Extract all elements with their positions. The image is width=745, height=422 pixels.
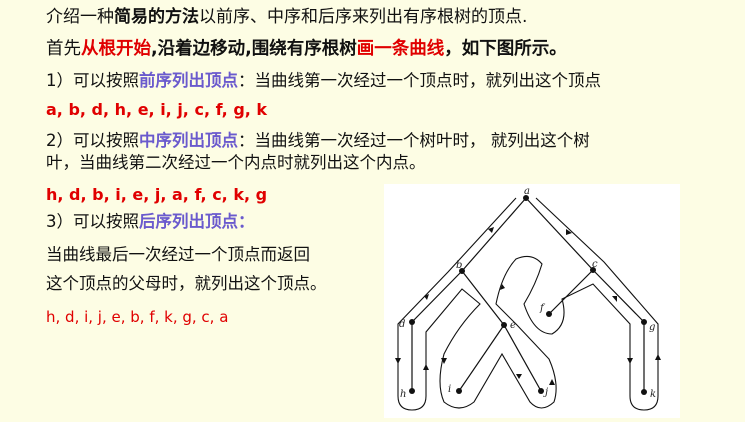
label-b: b (456, 260, 462, 271)
node-f (546, 311, 552, 317)
tree-nodes (409, 195, 647, 395)
arrow-3 (395, 358, 401, 364)
curve-arrows (395, 227, 661, 385)
arrow-11 (655, 354, 661, 360)
inorder-sequence: h, d, b, i, e, j, a, f, c, k, g (46, 185, 268, 204)
postorder-description-line1: 当曲线最后一次经过一个顶点而返回 (46, 245, 310, 264)
arrow-7 (549, 379, 555, 385)
arrow-6 (516, 374, 522, 379)
arrow-4 (423, 364, 429, 370)
arrow-10 (627, 358, 633, 364)
arrow-9 (612, 296, 617, 302)
node-i (456, 388, 462, 394)
edge-e-j (503, 324, 542, 392)
node-j (538, 388, 544, 394)
label-g: g (649, 322, 655, 333)
instruction-part5: ，如下图所示。 (444, 39, 567, 59)
instruction-part1: 首先 (46, 39, 81, 59)
inorder-description: 2）可以按照中序列出顶点：当曲线第一次经过一个树叶时， 就列出这个树 (46, 130, 590, 152)
edge-c-g (592, 269, 645, 323)
postorder-number: 3）可以按照 (46, 212, 139, 231)
label-h: h (400, 389, 406, 400)
preorder-method: 前序列出顶点 (139, 71, 238, 90)
label-f: f (539, 303, 546, 314)
label-i: i (448, 384, 451, 395)
node-d (409, 319, 415, 325)
instruction-part4: 画一条曲线 (356, 39, 445, 59)
preorder-number: 1）可以按照 (46, 71, 139, 90)
node-h (409, 388, 415, 394)
preorder-desc: ：当曲线第一次经过一个顶点时，就列出这个顶点 (238, 71, 601, 90)
traversal-curve (397, 197, 659, 411)
slide: 介绍一种简易的方法以前序、中序和后序来列出有序根树的顶点. 首先从根开始,沿着边… (0, 0, 745, 422)
inorder-desc1: ：当曲线第一次经过一个树叶时， 就列出这个树 (238, 131, 590, 150)
postorder-sequence: h, d, i, j, e, b, f, k, g, c, a (46, 308, 229, 326)
tree-svg: a b c d e f g h i j k (395, 186, 661, 411)
intro-highlight: 简易的方法 (114, 7, 199, 27)
arrow-12 (566, 229, 572, 235)
instruction-text: 首先从根开始,沿着边移动,围绕有序根树画一条曲线，如下图所示。 (46, 38, 567, 60)
edge-a-b (461, 197, 527, 272)
label-d: d (399, 319, 405, 330)
preorder-sequence: a, b, d, h, e, i, j, c, f, g, k (46, 100, 268, 119)
inorder-number: 2）可以按照 (46, 131, 139, 150)
instruction-part2: 从根开始 (81, 39, 151, 59)
intro-text: 介绍一种简易的方法以前序、中序和后序来列出有序根树的顶点. (46, 6, 527, 28)
label-a: a (524, 186, 530, 197)
inorder-method: 中序列出顶点 (139, 131, 238, 150)
edge-c-f (548, 269, 594, 315)
label-c: c (592, 259, 598, 270)
label-k: k (650, 389, 656, 400)
preorder-description: 1）可以按照前序列出顶点：当曲线第一次经过一个顶点时，就列出这个顶点 (46, 70, 601, 92)
edge-b-d (411, 270, 463, 323)
intro-prefix: 介绍一种 (46, 7, 114, 27)
instruction-part3: ,沿着边移动,围绕有序根树 (151, 39, 357, 59)
postorder-method: 后序列出顶点： (139, 212, 255, 231)
tree-traversal-figure: a b c d e f g h i j k (384, 184, 680, 418)
tree-edges (411, 197, 645, 392)
inorder-description-line2: 叶，当曲线第二次经过一个内点时就列出这个内点。 (46, 153, 426, 172)
label-e: e (510, 320, 516, 331)
edge-e-i (458, 324, 505, 392)
node-g (641, 319, 647, 325)
postorder-description-line2: 这个顶点的父母时，就列出这个顶点。 (46, 274, 327, 293)
postorder-heading: 3）可以按照后序列出顶点： (46, 211, 255, 233)
node-k (641, 389, 647, 395)
node-e (501, 322, 507, 328)
intro-suffix: 以前序、中序和后序来列出有序根树的顶点. (199, 7, 528, 27)
label-j: j (543, 387, 548, 398)
